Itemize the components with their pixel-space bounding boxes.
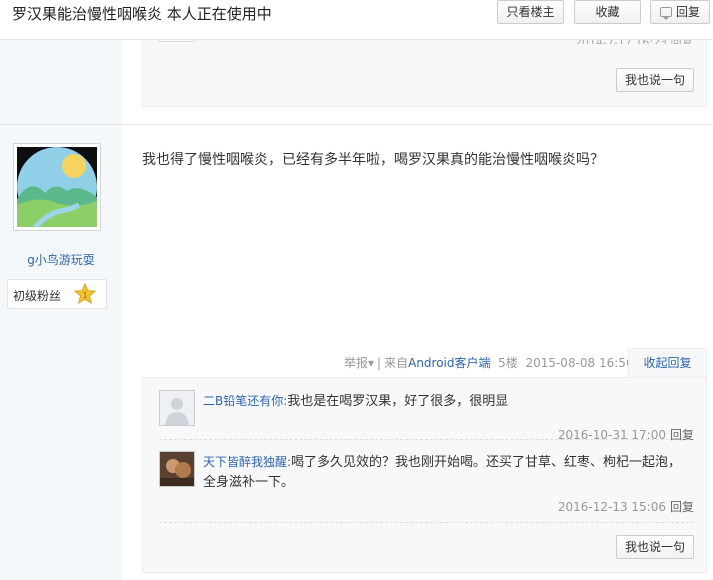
comment-body: 天下皆醉我独醒:喝了多久见效的？我也刚开始喝。还买了甘草、红枣、枸杞一起泡，全身… [203,452,693,493]
reply-button[interactable]: 回复 [650,0,710,24]
from-label: 来自 [384,356,409,370]
post-divider [0,124,713,125]
report-link[interactable]: 举报 [344,356,368,370]
say-something-button[interactable]: 我也说一句 [616,535,694,559]
post-meta: 举报▾ | 来自Android客户端 5楼 2015-08-08 16:56 [344,354,634,371]
floor-number: 5楼 [498,356,518,370]
comment-text: 我也是在喝罗汉果，好了很多，很明显 [287,394,509,409]
comment-footer: 2016-12-13 15:06 回复 [558,498,694,515]
default-avatar-icon[interactable] [159,390,195,426]
reply-icon [659,7,672,20]
comment-reply-link[interactable]: 回复 [670,500,694,514]
author-column [0,40,122,580]
comment-item: 二B铅笔还有你:我也是在喝罗汉果，好了很多，很明显 2016-10-31 17:… [159,390,694,443]
thread-title: 罗汉果能治慢性咽喉炎 本人正在使用中 [12,5,272,23]
reply-button-label: 回复 [675,5,700,19]
comment-footer: 2016-10-31 17:00 回复 [558,426,694,443]
landscape-avatar-image [17,147,97,227]
meta-separator: | [377,356,382,370]
comment-user-link[interactable]: 天下皆醉我独醒: [203,455,291,469]
post-content: 我也得了慢性咽喉炎，已经有多半年啦，喝罗汉果真的能治慢性咽喉炎吗？ [142,152,604,168]
comment-time: 2016-10-31 17:00 [557,428,666,442]
fan-level-badge[interactable]: 初级粉丝 1 [7,279,107,309]
star-level-number: 1 [82,291,87,300]
say-something-button[interactable]: 我也说一句 [616,68,694,92]
only-owner-button[interactable]: 只看楼主 [497,0,564,24]
thread-header: 罗汉果能治慢性咽喉炎 本人正在使用中 只看楼主 收藏 回复 [0,0,713,40]
fan-level-label: 初级粉丝 [13,289,62,303]
comment-user-link[interactable]: 二B铅笔还有你: [203,394,287,408]
comment-reply-link[interactable]: 回复 [670,428,694,442]
comment-item: 天下皆醉我独醒:喝了多久见效的？我也刚开始喝。还买了甘草、红枣、枸杞一起泡，全身… [159,451,694,523]
comment-box: 二B铅笔还有你:我也是在喝罗汉果，好了很多，很明显 2016-10-31 17:… [142,377,707,573]
post-time: 2015-08-08 16:56 [525,356,634,370]
comment-body: 二B铅笔还有你:我也是在喝罗汉果，好了很多，很明显 [203,391,693,412]
comment-time: 2016-12-13 15:06 [557,500,666,514]
star-level-icon: 1 [74,283,96,305]
user-photo-avatar[interactable] [159,451,195,487]
chevron-down-icon[interactable]: ▾ [368,356,374,370]
author-avatar[interactable] [13,143,101,231]
author-name-link[interactable]: g小鸟游玩耍 [0,251,122,268]
previous-comment-box: 2014-7-17 16:23 回复 我也说一句 [142,36,707,107]
favorite-button[interactable]: 收藏 [574,0,641,24]
collapse-replies-button[interactable]: 收起回复 [628,348,707,378]
client-link[interactable]: Android客户端 [408,356,490,370]
